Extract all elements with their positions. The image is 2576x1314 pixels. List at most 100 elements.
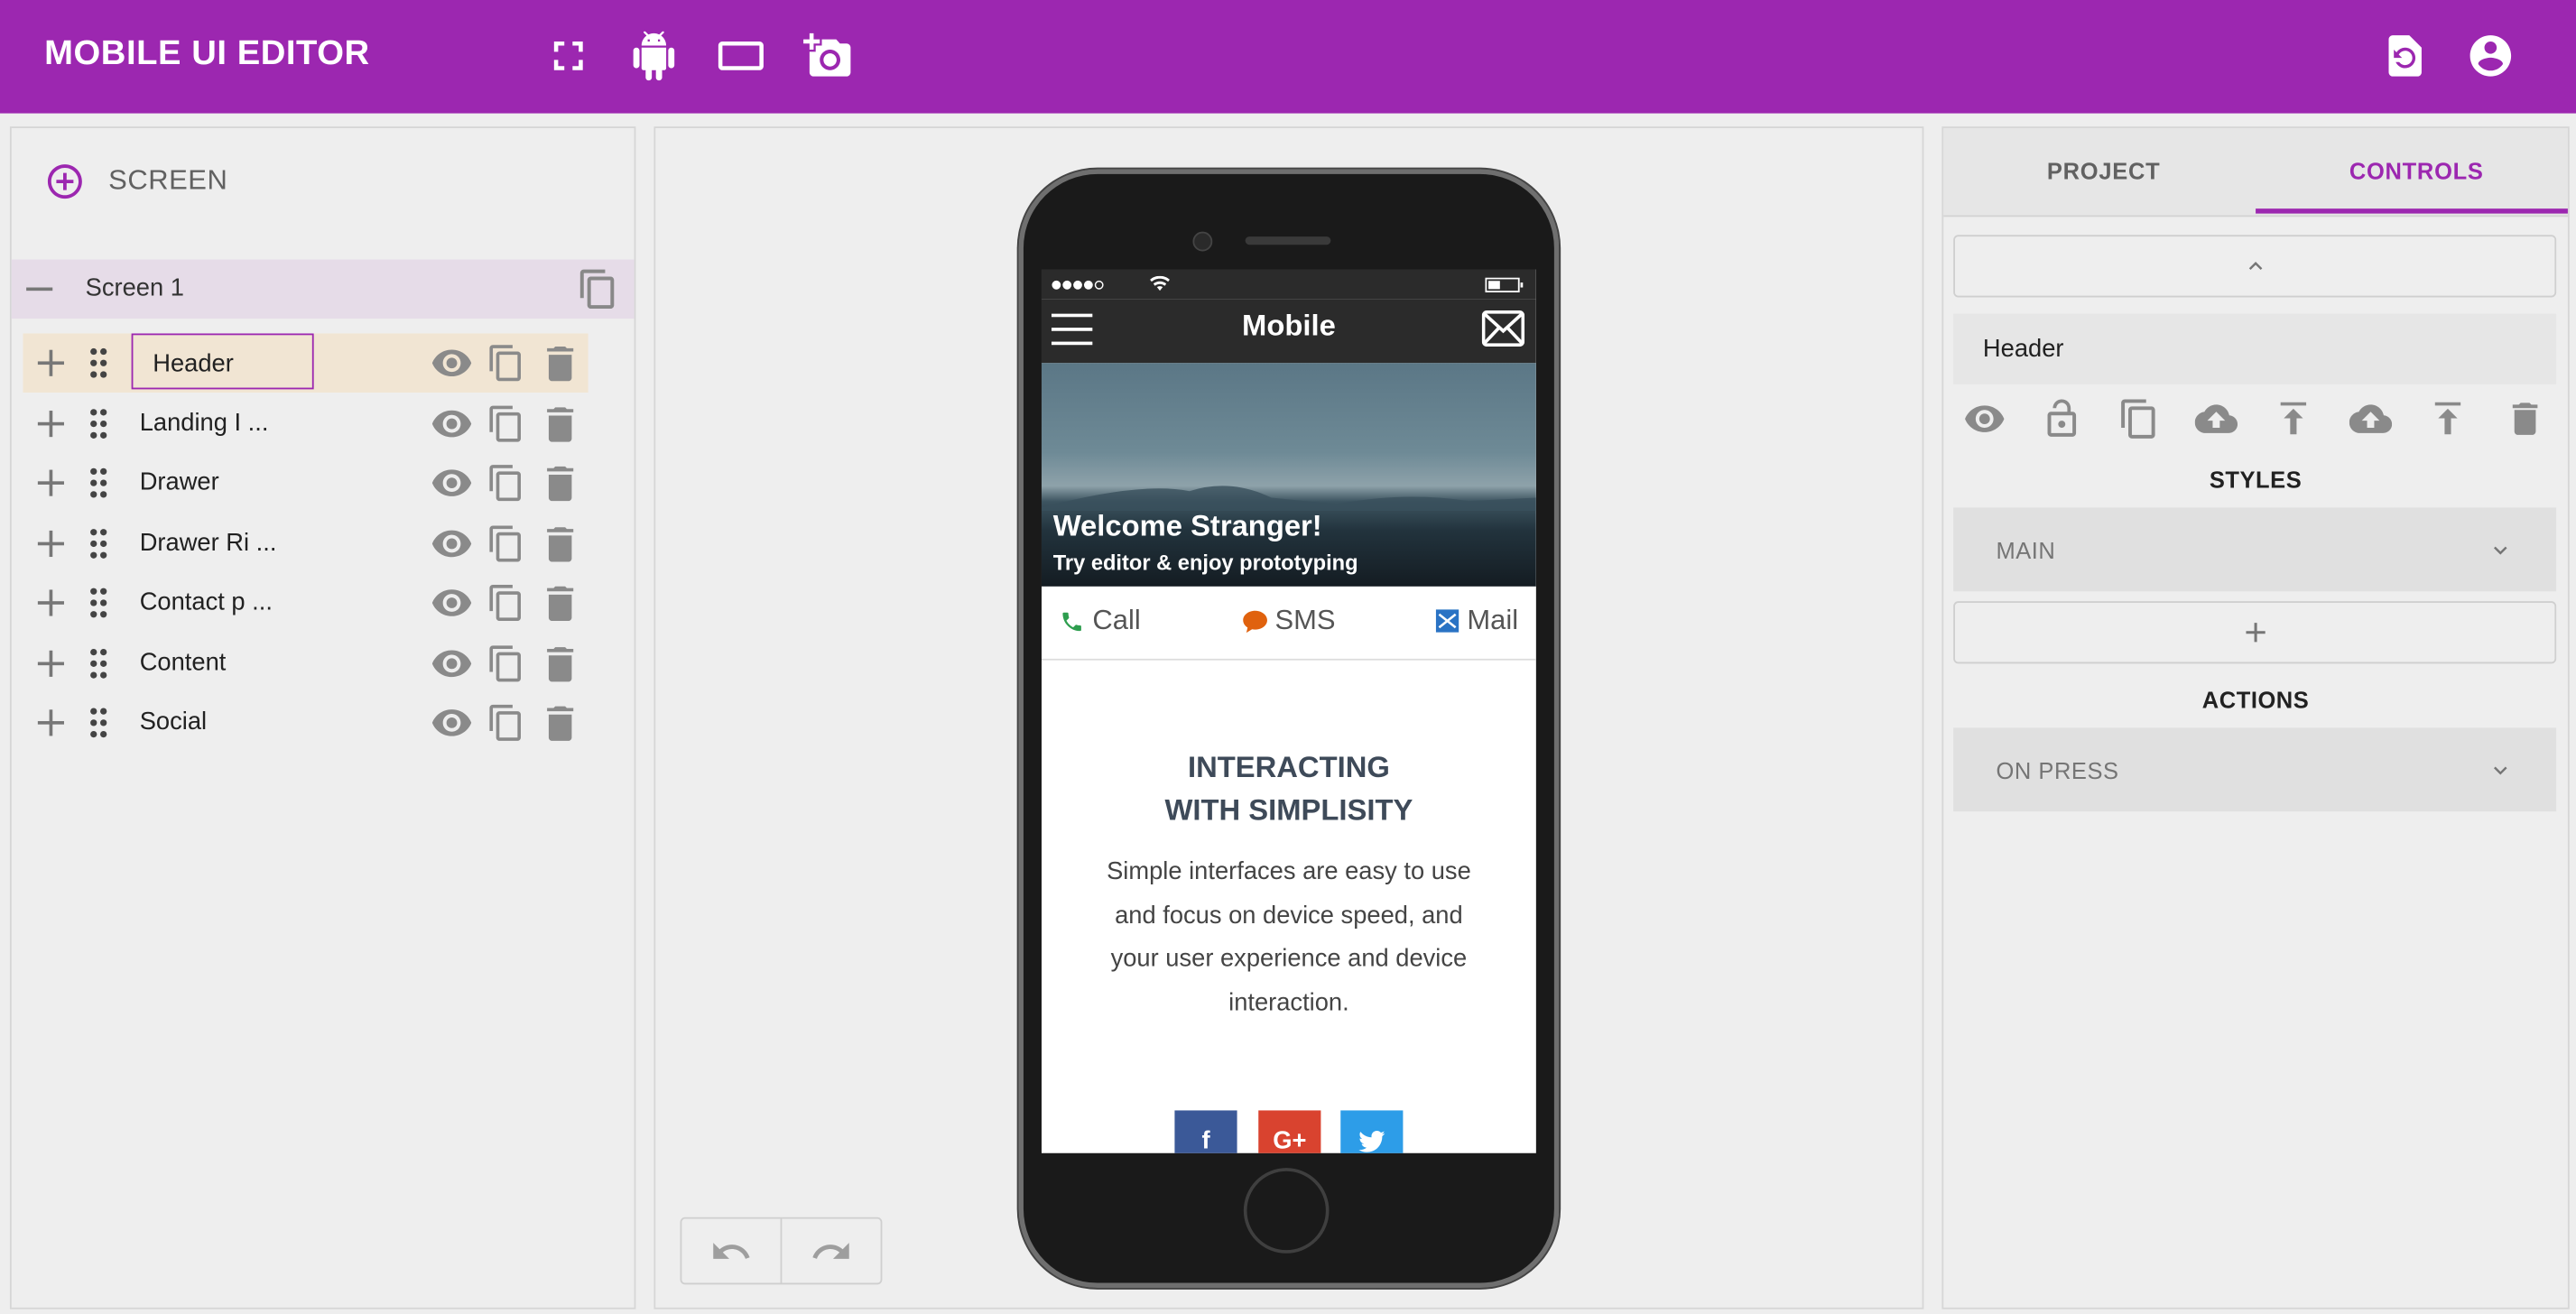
add-screen-button[interactable]: SCREEN xyxy=(44,160,227,202)
drag-handle-icon[interactable] xyxy=(88,406,108,439)
redo-button[interactable] xyxy=(780,1218,881,1283)
delete-icon[interactable] xyxy=(2504,397,2546,440)
actions-dropdown[interactable]: ON PRESS xyxy=(1953,727,2557,812)
tab-project[interactable]: PROJECT xyxy=(2047,158,2160,184)
drag-handle-icon[interactable] xyxy=(88,707,108,739)
twitter-button[interactable] xyxy=(1340,1110,1404,1153)
delete-icon[interactable] xyxy=(545,523,575,563)
mail-icon[interactable] xyxy=(1481,310,1525,347)
visibility-icon[interactable] xyxy=(431,347,473,379)
restore-file-icon[interactable] xyxy=(2380,32,2430,81)
copy-icon[interactable] xyxy=(486,642,526,684)
content-heading-line2: WITH SIMPLISITY xyxy=(1164,793,1413,827)
expand-icon[interactable] xyxy=(36,708,66,737)
twitter-icon xyxy=(1358,1130,1385,1152)
cloud-upload-icon[interactable] xyxy=(2194,397,2238,440)
expand-icon[interactable] xyxy=(36,528,66,558)
call-button[interactable]: Call xyxy=(1060,605,1141,637)
expand-icon[interactable] xyxy=(36,408,66,438)
component-row[interactable]: Header xyxy=(23,333,588,393)
delete-icon[interactable] xyxy=(545,583,575,623)
add-photo-icon[interactable] xyxy=(803,32,853,81)
component-name[interactable]: Header xyxy=(131,333,314,390)
undo-button[interactable] xyxy=(681,1219,780,1283)
copy-icon[interactable] xyxy=(486,701,526,744)
call-label: Call xyxy=(1092,604,1141,636)
collapse-button[interactable] xyxy=(1953,235,2557,298)
delete-icon[interactable] xyxy=(545,703,575,743)
sms-button[interactable]: SMS xyxy=(1242,604,1336,637)
undo-icon xyxy=(713,1242,750,1258)
cloud-upload-icon-2[interactable] xyxy=(2349,397,2393,440)
fullscreen-icon[interactable] xyxy=(543,32,593,81)
chevron-down-icon xyxy=(2494,546,2507,555)
screen-row[interactable]: Screen 1 xyxy=(11,259,635,319)
actions-title: ACTIONS xyxy=(2201,686,2310,713)
visibility-icon[interactable] xyxy=(431,646,473,679)
phone-home-button[interactable] xyxy=(1243,1168,1330,1254)
sms-label: SMS xyxy=(1274,604,1336,636)
phone-icon xyxy=(1062,611,1081,631)
drag-handle-icon[interactable] xyxy=(88,347,108,379)
component-name[interactable]: Social xyxy=(140,708,207,736)
component-row[interactable]: Landing I ... xyxy=(23,393,588,453)
drag-handle-icon[interactable] xyxy=(88,526,108,559)
component-row[interactable]: Content xyxy=(23,634,588,693)
component-name[interactable]: Drawer Ri ... xyxy=(140,528,277,556)
expand-icon[interactable] xyxy=(36,468,66,498)
tablet-landscape-icon[interactable] xyxy=(717,32,766,81)
visibility-icon[interactable] xyxy=(431,707,473,739)
expand-icon[interactable] xyxy=(36,588,66,618)
content-heading-line1: INTERACTING xyxy=(1187,750,1390,784)
collapse-icon[interactable] xyxy=(24,274,54,304)
navbar-title: Mobile xyxy=(1242,309,1336,342)
drag-handle-icon[interactable] xyxy=(88,587,108,619)
drag-handle-icon[interactable] xyxy=(88,646,108,679)
copy-screen-icon[interactable] xyxy=(577,268,619,310)
content-body: Simple interfaces are easy to use and fo… xyxy=(1107,857,1471,1016)
android-icon[interactable] xyxy=(629,31,679,81)
component-actions xyxy=(1953,394,2556,444)
move-to-top-icon-2[interactable] xyxy=(2426,397,2469,440)
visibility-icon[interactable] xyxy=(431,587,473,619)
delete-icon[interactable] xyxy=(545,403,575,443)
expand-icon[interactable] xyxy=(36,348,66,378)
visibility-icon[interactable] xyxy=(431,467,473,499)
component-name[interactable]: Content xyxy=(140,648,227,676)
drag-handle-icon[interactable] xyxy=(88,467,108,499)
delete-icon[interactable] xyxy=(545,643,575,683)
component-row[interactable]: Drawer Ri ... xyxy=(23,514,588,573)
copy-icon[interactable] xyxy=(486,461,526,504)
delete-icon[interactable] xyxy=(545,463,575,503)
phone-speaker xyxy=(1245,236,1331,245)
component-name[interactable]: Contact p ... xyxy=(140,588,273,616)
styles-dropdown[interactable]: MAIN xyxy=(1953,507,2557,592)
copy-icon[interactable] xyxy=(486,581,526,624)
component-tree: Header Landing I ... Drawer Drawer Ri ... Co… xyxy=(23,333,588,753)
component-name[interactable]: Landing I ... xyxy=(140,408,269,436)
tab-controls[interactable]: CONTROLS xyxy=(2349,158,2484,184)
expand-icon[interactable] xyxy=(36,648,66,678)
copy-icon[interactable] xyxy=(486,522,526,564)
facebook-button[interactable]: f xyxy=(1174,1110,1237,1153)
lock-open-icon[interactable] xyxy=(2041,397,2083,440)
account-circle-icon[interactable] xyxy=(2466,32,2516,81)
component-name[interactable]: Drawer xyxy=(140,468,219,496)
component-row[interactable]: Contact p ... xyxy=(23,573,588,633)
copy-icon[interactable] xyxy=(486,342,526,384)
visibility-icon[interactable] xyxy=(431,406,473,439)
google-plus-button[interactable]: G+ xyxy=(1258,1110,1321,1153)
component-row[interactable]: Social xyxy=(23,693,588,753)
add-style-button[interactable] xyxy=(1953,601,2557,664)
copy-icon[interactable] xyxy=(486,402,526,444)
component-row[interactable]: Drawer xyxy=(23,453,588,513)
redo-icon xyxy=(812,1242,849,1258)
delete-icon[interactable] xyxy=(545,343,575,383)
content-heading: INTERACTING WITH SIMPLISITY xyxy=(1042,745,1536,831)
duplicate-icon[interactable] xyxy=(2117,397,2160,440)
chevron-down-icon xyxy=(2494,766,2507,775)
visibility-icon[interactable] xyxy=(431,526,473,559)
visibility-icon[interactable] xyxy=(1963,397,2006,440)
move-to-top-icon[interactable] xyxy=(2272,397,2314,440)
mail-button[interactable]: Mail xyxy=(1435,605,1518,637)
